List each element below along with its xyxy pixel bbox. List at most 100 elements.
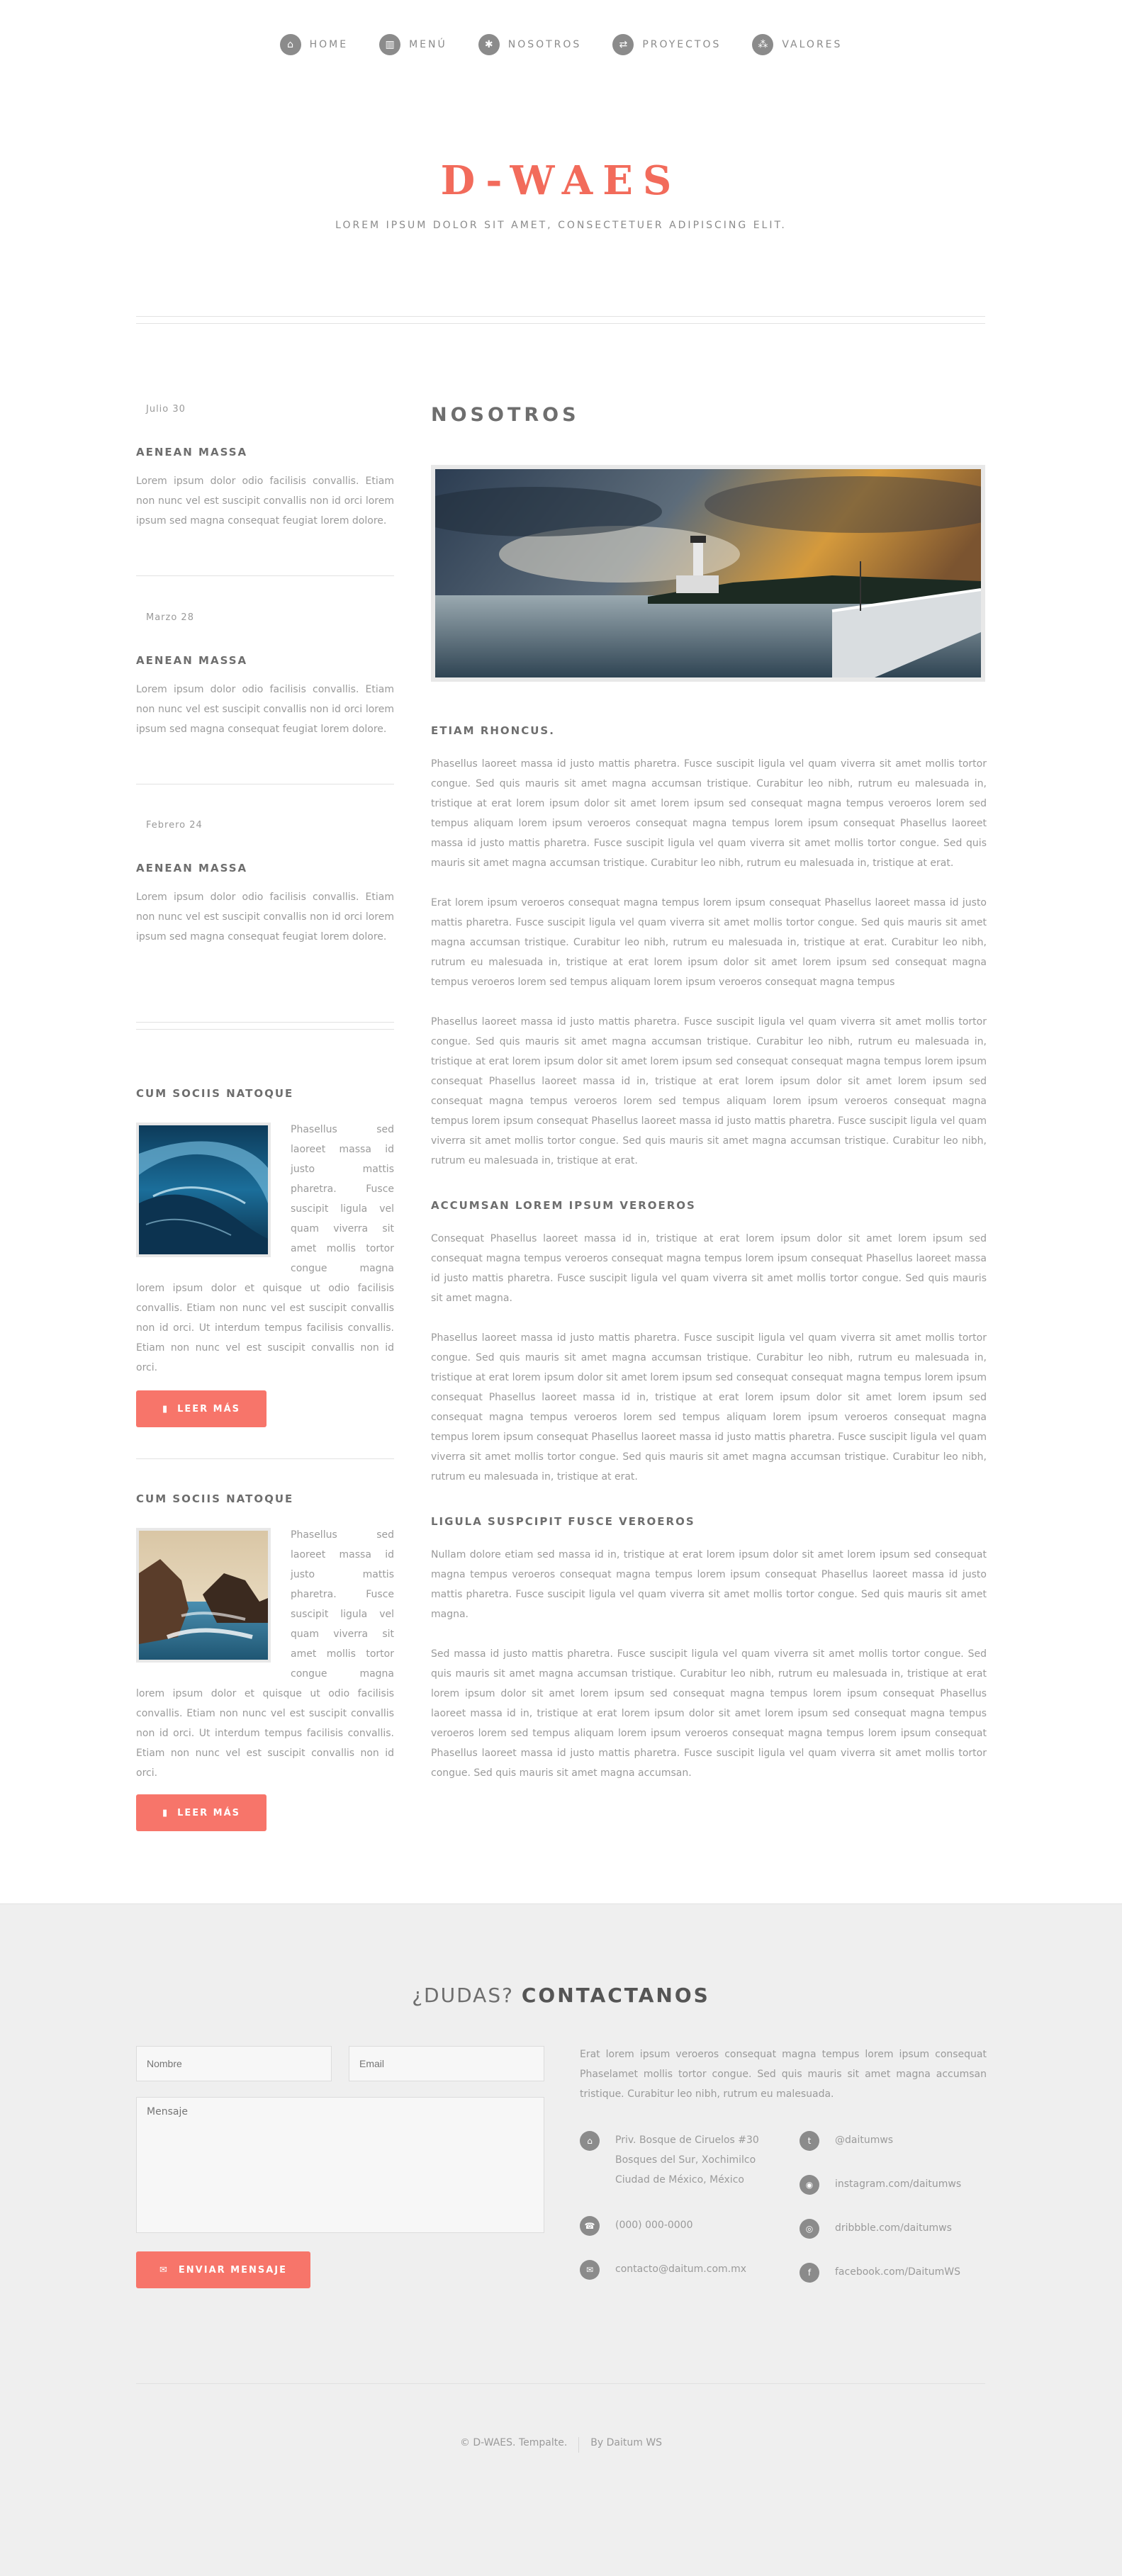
- email-link[interactable]: contacto@daitum.com.mx: [615, 2259, 746, 2279]
- sidebar-post: Febrero 24 AENEAN MASSA Lorem ipsum dolo…: [136, 820, 394, 947]
- feature-card: CUM SOCIIS NATOQUE Phasellus sed laoreet…: [136, 1492, 394, 1783]
- sidebar-post: Marzo 28 AENEAN MASSA Lorem ipsum dolor …: [136, 612, 394, 739]
- lighthouse-image: [435, 469, 981, 677]
- top-nav: ⌂ HOME ▥ MENÚ ✱ NOSOTROS ⇄ PROYECTOS ⁂ V…: [0, 34, 1122, 55]
- section-title: ETIAM RHONCUS.: [431, 724, 555, 737]
- retweet-icon: ⇄: [612, 34, 634, 55]
- divider: [136, 1458, 394, 1459]
- post-title[interactable]: AENEAN MASSA: [136, 446, 394, 459]
- feature-image-coast[interactable]: [136, 1528, 271, 1663]
- coast-image: [139, 1531, 268, 1660]
- document-icon: ▮: [162, 1403, 169, 1414]
- copyright: © D-WAES. Tempalte. By Daitum WS: [0, 2437, 1122, 2453]
- paragraph: Erat lorem ipsum veroeros consequat magn…: [431, 897, 987, 988]
- address-item: ⌂ Priv. Bosque de Ciruelos #30 Bosques d…: [580, 2131, 759, 2190]
- nav-item-proyectos[interactable]: ⇄ PROYECTOS: [612, 34, 721, 55]
- home-icon: ⌂: [279, 34, 301, 55]
- paragraph: Nullam dolore etiam sed massa id in, tri…: [431, 1549, 987, 1620]
- post-excerpt: Lorem ipsum dolor odio facilisis convall…: [136, 684, 394, 735]
- contact-intro: Erat lorem ipsum veroeros consequat magn…: [580, 2049, 987, 2100]
- dribbble-item: ◎ dribbble.com/daitumws: [800, 2219, 952, 2239]
- section-heading: NOSOTROS: [431, 404, 580, 426]
- button-label: LEER MÁS: [177, 1403, 241, 1414]
- post-title[interactable]: AENEAN MASSA: [136, 654, 394, 667]
- separator: [578, 2437, 580, 2453]
- nav-label: PROYECTOS: [642, 39, 722, 50]
- nav-item-valores[interactable]: ⁂ VALORES: [752, 34, 842, 55]
- sidebar-post: Julio 30 AENEAN MASSA Lorem ipsum dolor …: [136, 404, 394, 531]
- copyright-text: © D-WAES. Tempalte.: [459, 2437, 568, 2448]
- document-icon: ▮: [162, 1807, 169, 1818]
- phone-text[interactable]: (000) 000-0000: [615, 2215, 693, 2235]
- facebook-link[interactable]: facebook.com/DaitumWS: [835, 2262, 960, 2282]
- divider: [136, 1029, 394, 1030]
- email-item: ✉ contacto@daitum.com.mx: [580, 2260, 746, 2280]
- paragraph: Phasellus laoreet massa id justo mattis …: [431, 1016, 987, 1166]
- divider: [136, 1022, 394, 1023]
- gear-icon: ✱: [478, 34, 500, 55]
- divider: [136, 323, 985, 324]
- chart-icon: ▥: [379, 34, 401, 55]
- site-tagline: LOREM IPSUM DOLOR SIT AMET, CONSECTETUER…: [335, 220, 787, 231]
- nav-label: NOSOTROS: [507, 39, 582, 50]
- send-message-button[interactable]: ✉ ENVIAR MENSAJE: [136, 2251, 310, 2288]
- wave-image: [139, 1125, 268, 1254]
- dribbble-icon: ◎: [800, 2219, 819, 2239]
- post-title[interactable]: AENEAN MASSA: [136, 862, 394, 874]
- twitter-link[interactable]: @daitumws: [835, 2130, 893, 2150]
- button-label: LEER MÁS: [177, 1807, 241, 1818]
- credit-link[interactable]: By Daitum WS: [590, 2437, 662, 2453]
- feature-title: CUM SOCIIS NATOQUE: [136, 1087, 294, 1100]
- post-excerpt: Lorem ipsum dolor odio facilisis convall…: [136, 892, 394, 943]
- article-body: ETIAM RHONCUS. Phasellus laoreet massa i…: [431, 724, 987, 1783]
- section-title: LIGULA SUSPCIPIT FUSCE VEROEROS: [431, 1515, 695, 1528]
- instagram-item: ◉ instagram.com/daitumws: [800, 2175, 961, 2195]
- read-more-button[interactable]: ▮ LEER MÁS: [136, 1794, 267, 1831]
- phone-item: ☎ (000) 000-0000: [580, 2216, 693, 2236]
- post-date: Febrero 24: [146, 820, 203, 831]
- phone-icon: ☎: [580, 2216, 600, 2236]
- contact-heading-bold: CONTACTANOS: [521, 1984, 710, 2007]
- contact-heading: ¿DUDAS? CONTACTANOS: [0, 1984, 1122, 2007]
- address-line: Bosques del Sur, Xochimilco: [615, 2154, 756, 2166]
- divider: [136, 575, 394, 576]
- name-field[interactable]: [136, 2046, 332, 2081]
- instagram-link[interactable]: instagram.com/daitumws: [835, 2174, 961, 2194]
- facebook-icon: f: [800, 2263, 819, 2283]
- post-date: Marzo 28: [146, 612, 194, 623]
- sitemap-icon: ⁂: [752, 34, 774, 55]
- section-title: ACCUMSAN LOREM IPSUM VEROEROS: [431, 1199, 696, 1212]
- home-icon: ⌂: [580, 2131, 600, 2151]
- nav-item-menu[interactable]: ▥ MENÚ: [379, 34, 447, 55]
- button-label: ENVIAR MENSAJE: [178, 2264, 287, 2276]
- envelope-icon: ✉: [580, 2260, 600, 2280]
- contact-heading-light: ¿DUDAS?: [412, 1984, 514, 2007]
- feature-title: CUM SOCIIS NATOQUE: [136, 1492, 294, 1505]
- address-line: Priv. Bosque de Ciruelos #30: [615, 2135, 759, 2146]
- footer: ¿DUDAS? CONTACTANOS ✉ ENVIAR MENSAJE Era…: [0, 1903, 1122, 2576]
- hero-image-lighthouse: [431, 465, 985, 682]
- read-more-button[interactable]: ▮ LEER MÁS: [136, 1390, 267, 1427]
- post-excerpt: Lorem ipsum dolor odio facilisis convall…: [136, 476, 394, 527]
- facebook-item: f facebook.com/DaitumWS: [800, 2263, 960, 2283]
- nav-label: HOME: [309, 39, 349, 50]
- message-field[interactable]: [136, 2097, 544, 2233]
- dribbble-link[interactable]: dribbble.com/daitumws: [835, 2218, 952, 2238]
- paragraph: Phasellus laoreet massa id justo mattis …: [431, 1332, 987, 1483]
- feature-card: CUM SOCIIS NATOQUE Phasellus sed laoreet…: [136, 1087, 394, 1378]
- paragraph: Consequat Phasellus laoreet massa id in,…: [431, 1233, 987, 1304]
- divider: [136, 316, 985, 317]
- page-title: NOSOTROS: [431, 404, 987, 426]
- nav-item-nosotros[interactable]: ✱ NOSOTROS: [478, 34, 582, 55]
- address-line: Ciudad de México, México: [615, 2174, 744, 2186]
- nav-item-home[interactable]: ⌂ HOME: [279, 34, 349, 55]
- divider: [136, 2383, 985, 2384]
- nav-label: MENÚ: [409, 39, 447, 50]
- site-logo[interactable]: D-WAES: [0, 157, 1122, 204]
- envelope-icon: ✉: [159, 2264, 169, 2276]
- email-field[interactable]: [349, 2046, 544, 2081]
- post-date: Julio 30: [146, 404, 186, 415]
- paragraph: Phasellus laoreet massa id justo mattis …: [431, 758, 987, 869]
- nav-label: VALORES: [782, 39, 843, 50]
- feature-image-wave[interactable]: [136, 1123, 271, 1257]
